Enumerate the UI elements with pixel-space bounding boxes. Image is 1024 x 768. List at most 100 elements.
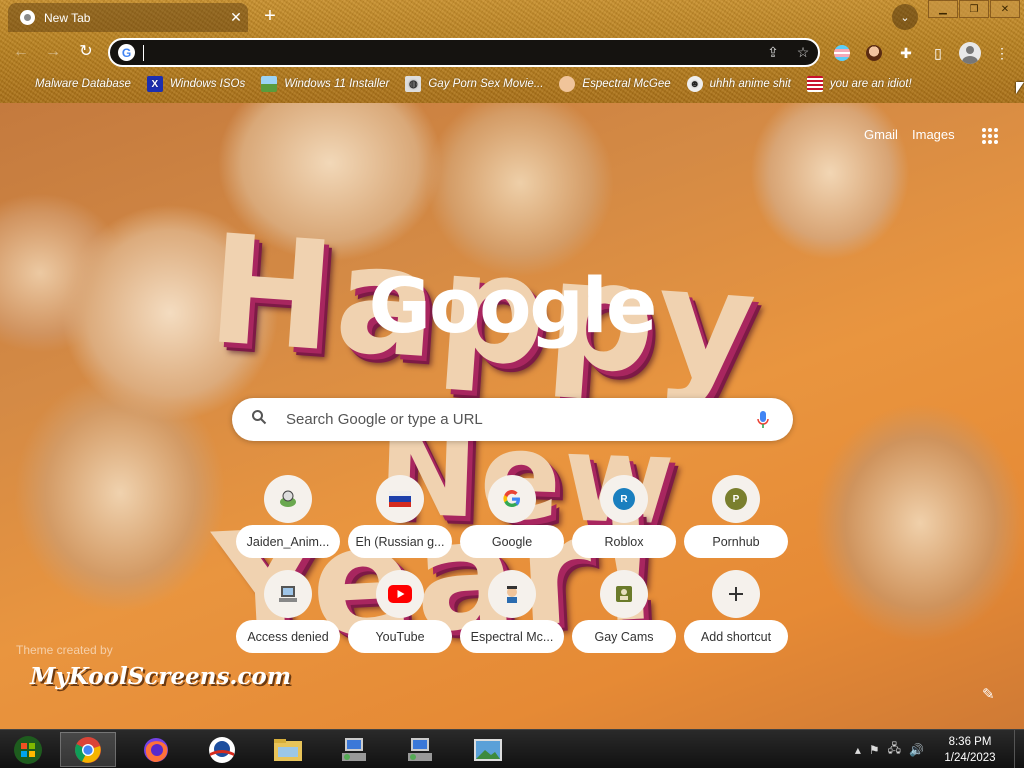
address-input[interactable] — [148, 44, 758, 61]
tab-search-chevron-icon[interactable]: ⌄ — [892, 4, 918, 30]
bookmark-item[interactable]: Windows 11 Installer — [261, 76, 389, 92]
shortcut-label: Add shortcut — [684, 620, 788, 653]
bookmark-item[interactable]: Malware Database — [12, 76, 131, 92]
mouse-cursor-icon — [1016, 82, 1024, 94]
x-icon: X — [146, 76, 163, 92]
google-logo: Google — [368, 261, 658, 350]
bookmark-item[interactable]: ◍ Gay Porn Sex Movie... — [405, 76, 543, 92]
images-link[interactable]: Images — [912, 127, 955, 142]
forward-arrow-icon[interactable]: → — [42, 41, 64, 63]
shortcut-label: Roblox — [572, 525, 676, 558]
close-tab-icon[interactable]: ✕ — [224, 9, 248, 26]
tab-new-tab[interactable]: New Tab ✕ — [8, 3, 248, 32]
clock-time: 8:36 PM — [948, 735, 992, 748]
clock-date: 1/24/2023 — [944, 751, 996, 764]
flag-icon — [806, 76, 823, 92]
menu-kebab-icon[interactable]: ⋮ — [990, 41, 1014, 65]
system-tray: ▴ ⚑ 🖧 🔊 8:36 PM 1/24/2023 — [855, 730, 1024, 768]
add-shortcut-button[interactable]: Add shortcut — [680, 570, 792, 653]
google-g-icon: G — [118, 44, 135, 61]
taskbar: ▴ ⚑ 🖧 🔊 8:36 PM 1/24/2023 — [0, 729, 1024, 768]
plus-icon — [712, 570, 760, 618]
taskbar-installer-2[interactable] — [392, 732, 448, 767]
side-panel-icon[interactable]: ▯ — [926, 41, 950, 65]
face-extension-icon[interactable] — [862, 41, 886, 65]
shortcut-tile[interactable]: P Pornhub — [680, 475, 792, 558]
shortcut-label: Gay Cams — [572, 620, 676, 653]
bookmark-item[interactable]: you are an idiot! — [806, 76, 912, 92]
clock[interactable]: 8:36 PM 1/24/2023 — [932, 734, 1008, 766]
tab-title: New Tab — [44, 10, 91, 25]
malware-icon — [12, 76, 28, 92]
shortcut-label: YouTube — [348, 620, 452, 653]
browser-chrome: New Tab ✕ + ⌄ ▁ ❐ ✕ ← → ↻ G ⇪ ☆ ✚ ▯ ⋮ Ma… — [0, 0, 1024, 103]
new-tab-button[interactable]: + — [258, 5, 282, 29]
google-apps-grid-icon[interactable] — [982, 128, 998, 144]
jaiden-icon — [264, 475, 312, 523]
network-icon[interactable]: 🖧 — [888, 739, 901, 760]
shortcut-tile[interactable]: Google — [456, 475, 568, 558]
trans-flag-extension-icon[interactable] — [830, 41, 854, 65]
window-controls: ▁ ❐ ✕ — [927, 0, 1020, 18]
bookmark-item[interactable]: ☻ uhhh anime shit — [686, 76, 791, 92]
restore-button[interactable]: ❐ — [959, 0, 989, 18]
anime-icon: ☻ — [686, 76, 703, 92]
microphone-icon[interactable] — [733, 410, 793, 429]
profile-avatar[interactable] — [958, 41, 982, 65]
extensions-row: ✚ ▯ ⋮ — [830, 41, 1022, 65]
google-icon — [488, 475, 536, 523]
new-tab-page: Happy New Year! Gmail Images Google Jaid… — [0, 103, 1024, 729]
bookmarks-bar: Malware Database X Windows ISOs Windows … — [12, 74, 928, 94]
back-arrow-icon[interactable]: ← — [10, 41, 32, 63]
search-box[interactable] — [232, 398, 793, 441]
shortcut-label: Jaiden_Anim... — [236, 525, 340, 558]
shortcut-tile[interactable]: Gay Cams — [568, 570, 680, 653]
puzzle-extensions-icon[interactable]: ✚ — [894, 41, 918, 65]
theme-credit[interactable]: Theme created by — [16, 643, 113, 657]
image-icon — [261, 76, 278, 92]
shortcut-label: Espectral Mc... — [460, 620, 564, 653]
shortcut-tile[interactable]: Access denied — [232, 570, 344, 653]
shortcut-label: Access denied — [236, 620, 340, 653]
volume-icon[interactable]: 🔊 — [909, 743, 924, 757]
shortcut-label: Google — [460, 525, 564, 558]
shortcut-label: Pornhub — [684, 525, 788, 558]
share-icon[interactable]: ⇪ — [758, 44, 788, 61]
shortcut-label: Eh (Russian g... — [348, 525, 452, 558]
taskbar-obama-icon[interactable] — [194, 732, 250, 767]
close-window-button[interactable]: ✕ — [990, 0, 1020, 18]
taskbar-image-viewer[interactable] — [460, 732, 516, 767]
avatar-icon — [559, 76, 576, 92]
taskbar-firefox[interactable] — [128, 732, 184, 767]
taskbar-file-explorer[interactable] — [260, 732, 316, 767]
gmail-link[interactable]: Gmail — [864, 127, 898, 142]
bookmark-item[interactable]: X Windows ISOs — [146, 76, 245, 92]
customize-pencil-icon[interactable]: ✎ — [982, 685, 995, 703]
letter-r-icon: R — [600, 475, 648, 523]
address-bar[interactable]: G ⇪ ☆ — [108, 38, 820, 67]
shortcut-tile[interactable]: Jaiden_Anim... — [232, 475, 344, 558]
reload-icon[interactable]: ↻ — [75, 41, 97, 63]
chrome-favicon-icon — [20, 10, 35, 25]
taskbar-chrome[interactable] — [60, 732, 116, 767]
minimize-button[interactable]: ▁ — [928, 0, 958, 18]
shortcut-tile[interactable]: R Roblox — [568, 475, 680, 558]
russian-icon — [376, 475, 424, 523]
bookmark-item[interactable]: Espectral McGee — [559, 76, 671, 92]
start-button[interactable] — [0, 732, 56, 767]
cams-icon — [600, 570, 648, 618]
letter-p-icon: P — [712, 475, 760, 523]
shortcut-tile[interactable]: Eh (Russian g... — [344, 475, 456, 558]
shortcut-tile[interactable]: YouTube — [344, 570, 456, 653]
show-desktop-button[interactable] — [1014, 730, 1024, 768]
action-center-flag-icon[interactable]: ⚑ — [869, 743, 880, 757]
globe-icon: ◍ — [405, 76, 422, 92]
shortcut-tile[interactable]: Espectral Mc... — [456, 570, 568, 653]
youtube-icon — [376, 570, 424, 618]
bookmark-star-icon[interactable]: ☆ — [788, 44, 818, 61]
most-visited-shortcuts: Jaiden_Anim... Eh (Russian g... Google R… — [232, 475, 792, 653]
show-hidden-icons-chevron-icon[interactable]: ▴ — [855, 743, 861, 757]
search-input[interactable] — [286, 411, 733, 428]
taskbar-installer-1[interactable] — [326, 732, 382, 767]
espectral-icon — [488, 570, 536, 618]
